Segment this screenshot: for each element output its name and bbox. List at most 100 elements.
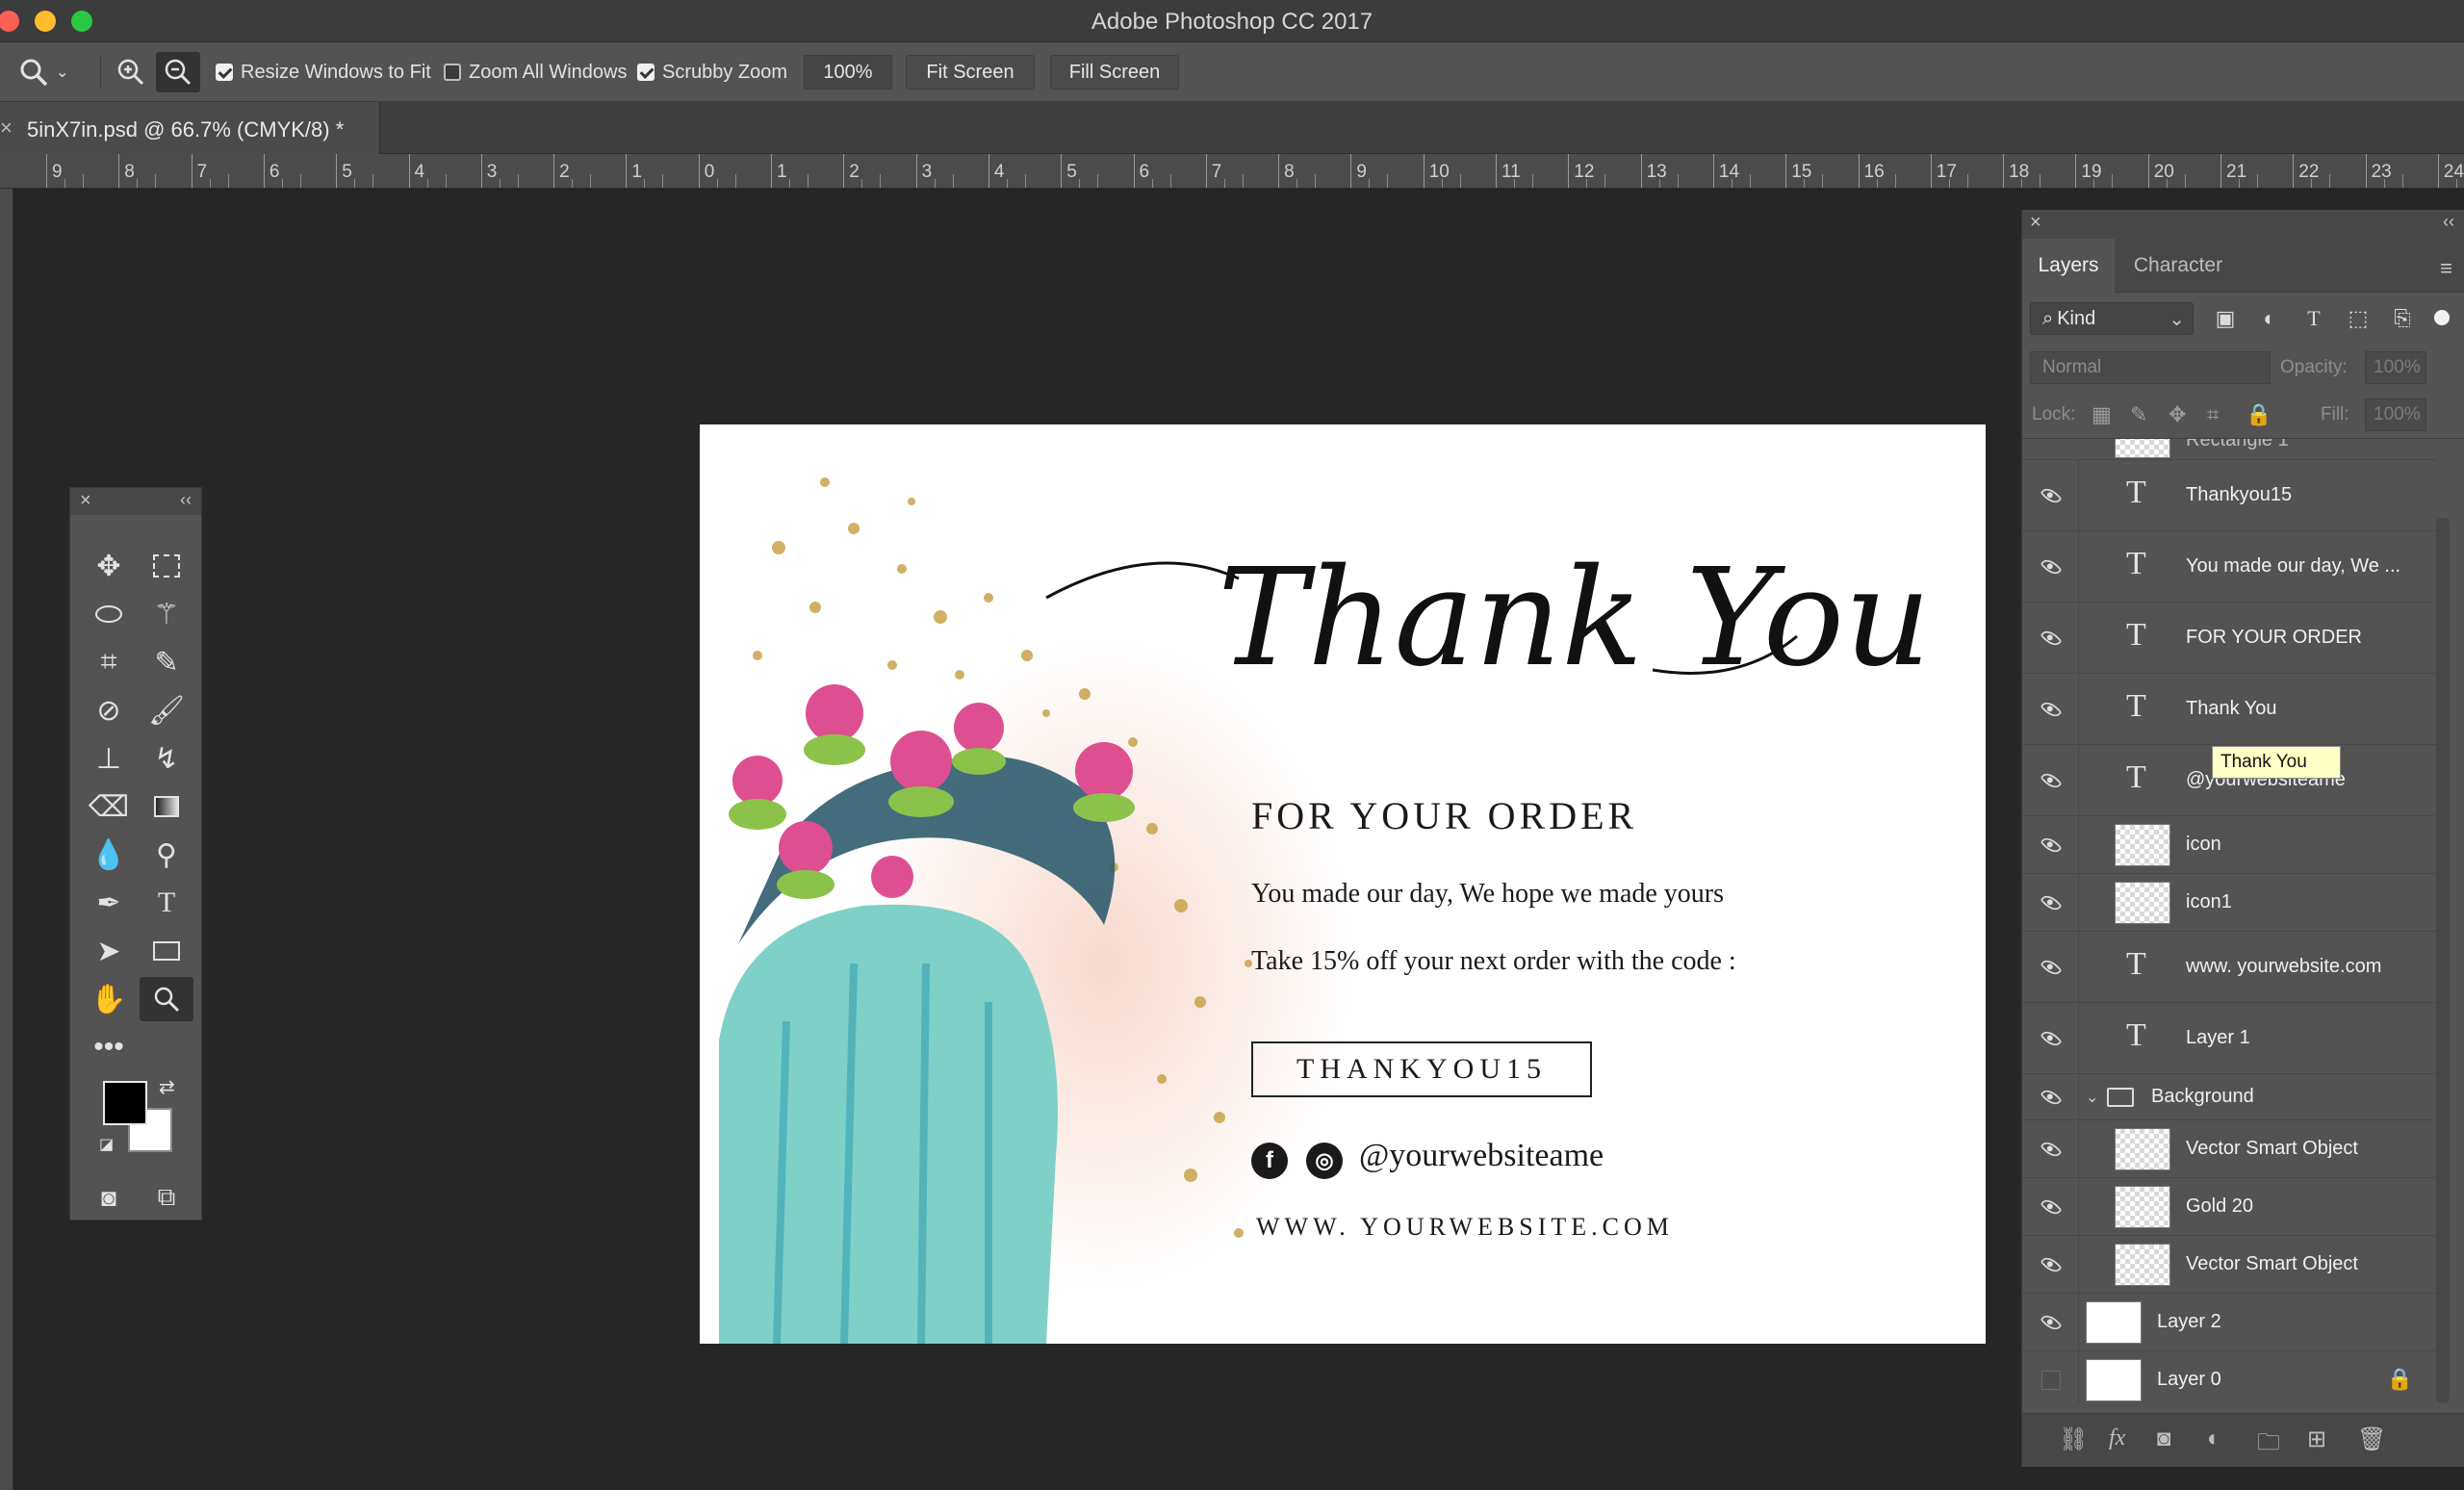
filter-type-icon[interactable]: T (2299, 304, 2328, 333)
lock-artboard-icon[interactable]: ⌗ (2207, 402, 2219, 427)
edit-toolbar-button[interactable]: ••• (82, 1025, 136, 1069)
zoom-in-button[interactable] (116, 42, 146, 102)
tools-panel-header[interactable]: × ‹‹ (70, 488, 201, 515)
close-icon[interactable]: × (2030, 212, 2041, 234)
fx-icon[interactable]: fx (2109, 1426, 2125, 1451)
layer-row[interactable]: T Thank You (2022, 674, 2436, 745)
layers-scrollbar[interactable] (2436, 518, 2450, 1403)
kind-filter-select[interactable]: ⌕ Kind ⌄ (2030, 302, 2194, 335)
tab-layers[interactable]: Layers (2022, 239, 2115, 293)
pen-tool[interactable]: ✒ (82, 881, 136, 925)
path-selection-tool[interactable]: ➤ (82, 929, 136, 973)
quick-mask-button[interactable]: ◙ (82, 1175, 136, 1220)
healing-brush-tool[interactable]: ⊘ (82, 688, 136, 732)
tool-preset-picker[interactable]: ⌄ (17, 42, 68, 102)
rectangle-tool[interactable] (140, 929, 193, 973)
close-tab-icon[interactable]: × (0, 116, 13, 141)
fill-field[interactable]: 100% (2365, 398, 2426, 431)
visibility-eye-icon[interactable] (2038, 1251, 2065, 1278)
layer-row[interactable]: Layer 0 🔒 (2022, 1351, 2436, 1405)
filter-shape-icon[interactable]: ⬚ (2344, 304, 2373, 333)
crop-tool[interactable]: ⌗ (82, 640, 136, 684)
eyedropper-tool[interactable]: ✎ (140, 640, 193, 684)
opacity-field[interactable]: 100% (2365, 351, 2426, 384)
chevron-down-icon[interactable]: ⌄ (2086, 1088, 2098, 1107)
layer-row[interactable]: Gold 20 (2022, 1178, 2436, 1236)
filter-toggle[interactable] (2434, 310, 2450, 325)
resize-windows-checkbox[interactable]: Resize Windows to Fit (216, 42, 431, 102)
visibility-eye-icon[interactable] (2038, 1309, 2065, 1336)
visibility-eye-icon[interactable] (2038, 954, 2065, 981)
visibility-eye-icon[interactable] (2038, 889, 2065, 916)
visibility-eye-icon[interactable] (2038, 1025, 2065, 1052)
lock-image-icon[interactable]: ✎ (2130, 402, 2147, 427)
close-icon[interactable]: × (80, 490, 91, 512)
lock-all-icon[interactable]: 🔒 (2246, 402, 2272, 427)
zoom-percent-field[interactable]: 100% (804, 55, 892, 90)
filter-smart-object-icon[interactable]: ⎘ (2388, 304, 2417, 333)
hand-tool[interactable]: ✋ (82, 977, 136, 1021)
visibility-eye-icon[interactable] (2038, 832, 2065, 859)
layer-row[interactable]: T You made our day, We ... (2022, 531, 2436, 603)
layer-row[interactable]: Vector Smart Object (2022, 1120, 2436, 1178)
eraser-tool[interactable]: ⌫ (82, 784, 136, 829)
brush-tool[interactable]: 🖌 (140, 688, 193, 732)
foreground-color-swatch[interactable] (103, 1081, 147, 1125)
panel-header[interactable]: × ‹‹ (2022, 210, 2464, 239)
layer-row[interactable]: Twww. yourwebsite.com (2022, 932, 2436, 1003)
zoom-tool[interactable] (140, 977, 193, 1021)
screen-mode-button[interactable]: ⧉ (140, 1175, 193, 1220)
scrubby-zoom-checkbox[interactable]: Scrubby Zoom (637, 42, 787, 102)
visibility-eye-icon[interactable] (2038, 1136, 2065, 1163)
lock-position-icon[interactable]: ✥ (2169, 402, 2186, 427)
zoom-all-windows-checkbox[interactable]: Zoom All Windows (444, 42, 628, 102)
document-canvas[interactable]: Thank You FOR YOUR ORDER You made our da… (700, 424, 1986, 1344)
panel-menu-icon[interactable]: ≡ (2440, 256, 2452, 281)
layer-row[interactable]: icon (2022, 816, 2436, 874)
swap-colors-icon[interactable]: ⇄ (159, 1075, 175, 1099)
link-layers-icon[interactable]: ⛓ (2059, 1426, 2088, 1453)
visibility-eye-icon[interactable] (2038, 696, 2065, 723)
type-tool[interactable]: T (140, 881, 193, 925)
visibility-off-icon[interactable] (2038, 1367, 2065, 1394)
lock-transparent-icon[interactable]: ▦ (2092, 402, 2112, 427)
gradient-tool[interactable] (140, 784, 193, 829)
tab-character[interactable]: Character (2115, 239, 2242, 293)
visibility-eye-icon[interactable] (2038, 553, 2065, 580)
history-brush-tool[interactable]: ↯ (140, 736, 193, 781)
zoom-out-button[interactable] (156, 42, 200, 102)
visibility-eye-icon[interactable] (2038, 1084, 2065, 1111)
horizontal-ruler[interactable]: 9 8 7 6 5 4 3 2 1 0 1 2 3 4 5 6 7 8 9 10 11 12 13 14 15 16 17 18 19 2… (0, 154, 2464, 189)
visibility-eye-icon[interactable] (2038, 767, 2065, 794)
layer-row[interactable]: T Layer 1 (2022, 1003, 2436, 1074)
layer-row[interactable]: T FOR YOUR ORDER (2022, 603, 2436, 674)
default-colors-icon[interactable]: ◪ (99, 1135, 114, 1154)
fit-screen-button[interactable]: Fit Screen (906, 55, 1035, 90)
visibility-eye-icon[interactable] (2038, 1194, 2065, 1220)
new-group-icon[interactable]: 🗀 (2257, 1426, 2280, 1465)
blur-tool[interactable]: 💧 (82, 833, 136, 877)
collapse-icon[interactable]: ‹‹ (2443, 212, 2454, 232)
layer-row[interactable]: icon1 (2022, 874, 2436, 932)
lasso-tool[interactable] (82, 592, 136, 636)
dodge-tool[interactable]: ⚲ (140, 833, 193, 877)
move-tool[interactable]: ✥ (82, 544, 136, 588)
visibility-eye-icon[interactable] (2038, 482, 2065, 509)
marquee-tool[interactable] (140, 544, 193, 588)
collapse-icon[interactable]: ‹‹ (180, 490, 192, 510)
layer-row[interactable]: T Thankyou15 (2022, 460, 2436, 531)
layer-group-row[interactable]: ⌄ Background (2022, 1074, 2436, 1120)
filter-pixel-icon[interactable]: ▣ (2211, 304, 2240, 333)
adjustment-layer-icon[interactable]: ◐ (2207, 1426, 2221, 1452)
add-mask-icon[interactable]: ◙ (2157, 1426, 2171, 1452)
clone-stamp-tool[interactable]: ⊥ (82, 736, 136, 781)
magic-wand-tool[interactable]: ⚚ (140, 592, 193, 636)
blend-mode-select[interactable]: Normal (2030, 351, 2271, 384)
new-layer-icon[interactable]: ⊞ (2307, 1426, 2326, 1453)
trash-icon[interactable]: 🗑 (2357, 1426, 2386, 1453)
layer-lock-icon[interactable]: 🔒 (2387, 1367, 2413, 1392)
layer-row-partial[interactable]: Rectangle 1 (2022, 439, 2436, 460)
layer-row[interactable]: Layer 2 (2022, 1294, 2436, 1351)
document-tab[interactable]: × 5inX7in.psd @ 66.7% (CMYK/8) * (0, 102, 380, 154)
filter-adjustment-icon[interactable]: ◐ (2255, 304, 2284, 333)
